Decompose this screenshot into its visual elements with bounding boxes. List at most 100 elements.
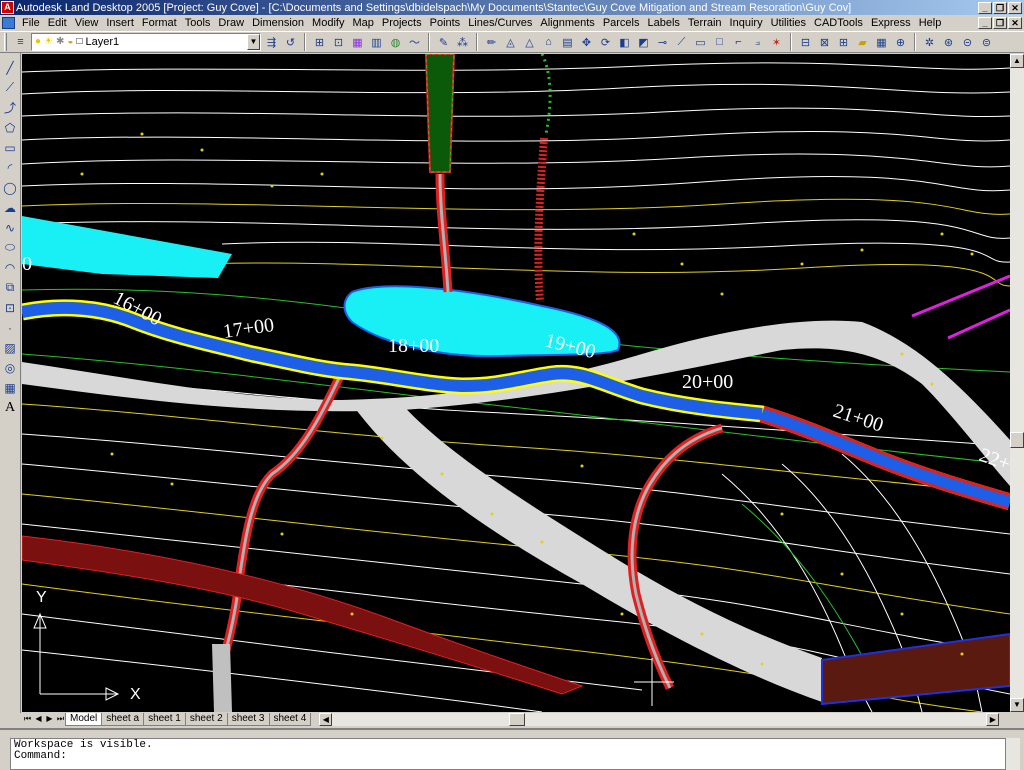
menu-draw[interactable]: Draw bbox=[214, 17, 248, 29]
ellipse-icon[interactable]: ⬭ bbox=[2, 239, 19, 256]
scroll-right-button[interactable]: ▶ bbox=[986, 713, 1000, 726]
menu-format[interactable]: Format bbox=[138, 17, 181, 29]
menu-view[interactable]: View bbox=[71, 17, 103, 29]
doc-minimize-button[interactable]: _ bbox=[978, 16, 992, 29]
polyline-icon[interactable]: 〜 bbox=[406, 34, 423, 51]
tab-sheet-3[interactable]: sheet 3 bbox=[226, 713, 270, 726]
rotate-icon[interactable]: ⟳ bbox=[597, 34, 614, 51]
horizontal-scrollbar[interactable]: ◀ ▶ bbox=[319, 713, 1000, 726]
vertical-scrollbar[interactable]: ▲ ▼ bbox=[1010, 54, 1024, 712]
vertical-scroll-thumb[interactable] bbox=[1010, 432, 1024, 448]
drawing-canvas[interactable]: 16+00 17+00 18+00 19+00 20+00 21+00 22+ … bbox=[22, 54, 1010, 712]
menu-terrain[interactable]: Terrain bbox=[684, 17, 726, 29]
menu-points[interactable]: Points bbox=[426, 17, 465, 29]
tab-sheet-4[interactable]: sheet 4 bbox=[268, 713, 312, 726]
grid-icon[interactable]: ▤ bbox=[559, 34, 576, 51]
wand-icon[interactable]: ✎ bbox=[435, 34, 452, 51]
menu-dimension[interactable]: Dimension bbox=[248, 17, 308, 29]
menu-lines-curves[interactable]: Lines/Curves bbox=[464, 17, 536, 29]
menu-tools[interactable]: Tools bbox=[181, 17, 215, 29]
layer-dropdown[interactable]: ● ☀ ✱ ◒ □ Layer1 ▼ bbox=[31, 33, 261, 51]
scroll-down-button[interactable]: ▼ bbox=[1010, 698, 1024, 712]
triangle-icon[interactable]: △ bbox=[521, 34, 538, 51]
table-icon[interactable]: ▦ bbox=[873, 34, 890, 51]
folder-icon[interactable]: ▰ bbox=[854, 34, 871, 51]
lock-icon[interactable]: ⊝ bbox=[959, 34, 976, 51]
match-properties-icon[interactable]: ▥ bbox=[368, 34, 385, 51]
menu-edit[interactable]: Edit bbox=[44, 17, 71, 29]
rectangle-icon[interactable]: ▭ bbox=[692, 34, 709, 51]
unlock-icon[interactable]: ⊜ bbox=[978, 34, 995, 51]
hatch-icon[interactable]: ▨ bbox=[2, 339, 19, 356]
tab-sheet-1[interactable]: sheet 1 bbox=[143, 713, 186, 726]
dimension-icon[interactable]: ⊟ bbox=[797, 34, 814, 51]
point-icon[interactable]: · bbox=[2, 319, 19, 336]
globe-icon[interactable]: ◍ bbox=[387, 34, 404, 51]
polyline-icon[interactable]: ⤴ bbox=[2, 99, 19, 116]
square-icon[interactable]: □ bbox=[711, 34, 728, 51]
menu-inquiry[interactable]: Inquiry bbox=[726, 17, 767, 29]
spline-icon[interactable]: ∿ bbox=[2, 219, 19, 236]
menu-utilities[interactable]: Utilities bbox=[767, 17, 810, 29]
command-scrollbar[interactable] bbox=[1006, 738, 1020, 770]
menu-modify[interactable]: Modify bbox=[308, 17, 348, 29]
tab-sheet-2[interactable]: sheet 2 bbox=[184, 713, 228, 726]
insert-block-icon[interactable]: ⧉ bbox=[2, 279, 19, 296]
tab-sheet-a[interactable]: sheet a bbox=[101, 713, 145, 726]
first-tab-button[interactable]: ⏮ bbox=[22, 713, 33, 726]
polygon-icon[interactable]: ⌂ bbox=[540, 34, 557, 51]
horizontal-scroll-thumb[interactable] bbox=[509, 713, 526, 726]
layer-manager-icon[interactable]: ≡ bbox=[12, 34, 29, 51]
rectangle-icon[interactable]: ▭ bbox=[2, 139, 19, 156]
pencil-icon[interactable]: ✏ bbox=[483, 34, 500, 51]
document-icon[interactable] bbox=[2, 16, 15, 29]
scroll-left-button[interactable]: ◀ bbox=[319, 713, 333, 726]
table-icon[interactable]: ▦ bbox=[2, 379, 19, 396]
menu-labels[interactable]: Labels bbox=[644, 17, 684, 29]
doc-close-button[interactable]: ✕ bbox=[1008, 16, 1022, 29]
extend-icon[interactable]: ⊸ bbox=[654, 34, 671, 51]
attach-icon[interactable]: ⊕ bbox=[892, 34, 909, 51]
line-icon[interactable]: ╱ bbox=[2, 59, 19, 76]
break-icon[interactable]: ◩ bbox=[635, 34, 652, 51]
multiline-text-icon[interactable]: A bbox=[2, 399, 19, 416]
menu-map[interactable]: Map bbox=[348, 17, 377, 29]
construction-line-icon[interactable]: ⟋ bbox=[2, 79, 19, 96]
properties-icon[interactable]: ▦ bbox=[349, 34, 366, 51]
trim-icon[interactable]: ⟋ bbox=[673, 34, 690, 51]
doc-restore-button[interactable]: ❐ bbox=[993, 16, 1007, 29]
tab-model[interactable]: Model bbox=[65, 713, 103, 726]
edit-point-icon[interactable]: ◬ bbox=[502, 34, 519, 51]
explode-icon[interactable]: ✶ bbox=[768, 34, 785, 51]
polygon-icon[interactable]: ⬠ bbox=[2, 119, 19, 136]
menu-help[interactable]: Help bbox=[915, 17, 946, 29]
edit-attributes-icon[interactable]: ⊠ bbox=[816, 34, 833, 51]
menu-express[interactable]: Express bbox=[867, 17, 915, 29]
settings-icon[interactable]: ✲ bbox=[921, 34, 938, 51]
previous-tab-button[interactable]: ◀ bbox=[33, 713, 44, 726]
fillet-icon[interactable]: ⌐ bbox=[730, 34, 747, 51]
make-layer-current-icon[interactable]: ⇶ bbox=[263, 34, 280, 51]
arc-icon[interactable]: ◜ bbox=[2, 159, 19, 176]
block-icon[interactable]: ⊞ bbox=[835, 34, 852, 51]
minimize-window-button[interactable]: _ bbox=[978, 1, 992, 14]
pin-icon[interactable]: ⊛ bbox=[940, 34, 957, 51]
move-icon[interactable]: ✥ bbox=[578, 34, 595, 51]
menu-parcels[interactable]: Parcels bbox=[599, 17, 644, 29]
restore-window-button[interactable]: ❐ bbox=[993, 1, 1007, 14]
chevron-down-icon[interactable]: ▼ bbox=[247, 34, 260, 50]
scroll-up-button[interactable]: ▲ bbox=[1010, 54, 1024, 68]
app-logo-icon[interactable]: A bbox=[1, 1, 14, 14]
menu-alignments[interactable]: Alignments bbox=[536, 17, 598, 29]
menu-insert[interactable]: Insert bbox=[102, 17, 138, 29]
snap-icon[interactable]: ⁂ bbox=[454, 34, 471, 51]
command-history[interactable]: Workspace is visible. Command: bbox=[10, 738, 1006, 770]
region-icon[interactable]: ◎ bbox=[2, 359, 19, 376]
zoom-window-icon[interactable]: ⊡ bbox=[330, 34, 347, 51]
zoom-extents-icon[interactable]: ⊞ bbox=[311, 34, 328, 51]
menu-cadtools[interactable]: CADTools bbox=[810, 17, 867, 29]
toolbar-grip[interactable] bbox=[4, 33, 7, 51]
close-window-button[interactable]: ✕ bbox=[1008, 1, 1022, 14]
circle-icon[interactable]: ◯ bbox=[2, 179, 19, 196]
ellipse-arc-icon[interactable]: ◠ bbox=[2, 259, 19, 276]
